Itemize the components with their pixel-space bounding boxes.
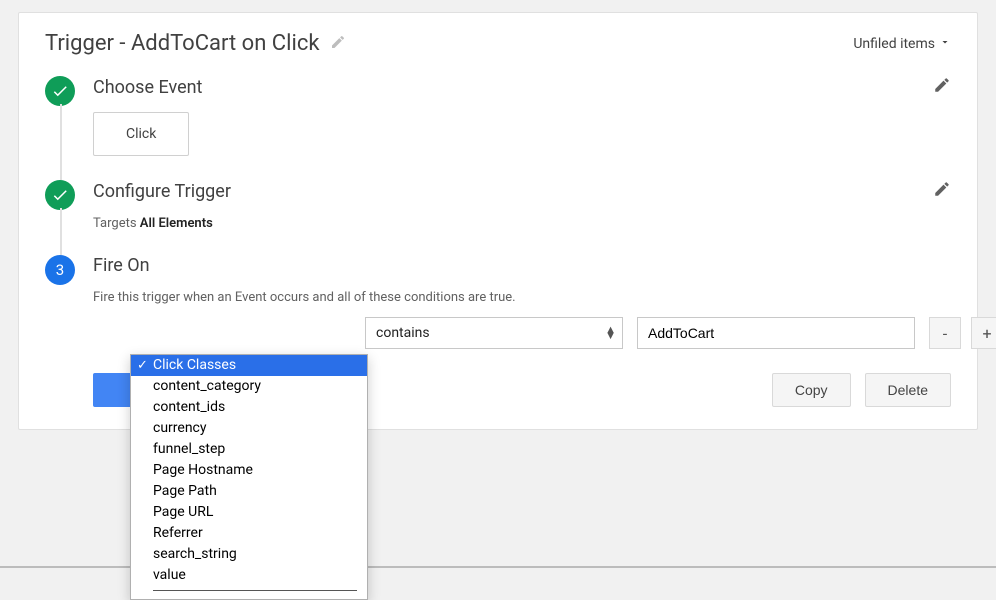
card-actions: Copy Delete bbox=[772, 373, 951, 407]
step-badge-done bbox=[45, 76, 75, 106]
condition-row: contains ▲▼ - + bbox=[93, 317, 951, 349]
page-title: Trigger - AddToCart on Click bbox=[45, 31, 320, 56]
step-number: 3 bbox=[56, 261, 64, 279]
event-chip-click[interactable]: Click bbox=[93, 112, 189, 156]
add-condition-button[interactable]: + bbox=[971, 317, 996, 349]
targets-value: All Elements bbox=[140, 216, 213, 231]
select-arrows-icon: ▲▼ bbox=[605, 327, 616, 339]
edit-step-icon[interactable] bbox=[933, 76, 951, 98]
step-choose-event: Choose Event Click bbox=[93, 76, 951, 180]
menu-label: Unfiled items bbox=[853, 36, 935, 52]
dropdown-item[interactable]: content_ids bbox=[131, 397, 367, 418]
edit-title-icon[interactable] bbox=[330, 34, 346, 54]
dropdown-item[interactable]: search_string bbox=[131, 544, 367, 565]
step-configure-trigger: Configure Trigger Targets All Elements bbox=[93, 180, 951, 255]
variable-dropdown[interactable]: Click Classescontent_categorycontent_ids… bbox=[130, 354, 368, 600]
delete-button[interactable]: Delete bbox=[865, 373, 951, 407]
operator-value: contains bbox=[376, 325, 430, 341]
dropdown-item[interactable]: content_category bbox=[131, 376, 367, 397]
remove-condition-button[interactable]: - bbox=[929, 317, 961, 349]
step-badge-active: 3 bbox=[45, 255, 75, 285]
targets-prefix: Targets bbox=[93, 216, 140, 231]
operator-select[interactable]: contains ▲▼ bbox=[365, 317, 623, 349]
step-title: Fire On bbox=[93, 255, 150, 276]
dropdown-divider bbox=[153, 590, 357, 591]
step-badge-done bbox=[45, 180, 75, 210]
step-title: Configure Trigger bbox=[93, 181, 231, 202]
chevron-down-icon bbox=[939, 36, 951, 52]
unfiled-items-menu[interactable]: Unfiled items bbox=[853, 36, 951, 52]
dropdown-item[interactable]: Page URL bbox=[131, 502, 367, 523]
dropdown-item[interactable]: currency bbox=[131, 418, 367, 439]
row-buttons: - + bbox=[929, 317, 996, 349]
value-input[interactable] bbox=[637, 317, 915, 349]
dropdown-item[interactable]: Referrer bbox=[131, 523, 367, 544]
dropdown-item[interactable]: Page Hostname bbox=[131, 460, 367, 481]
chip-label: Click bbox=[126, 126, 156, 142]
title-wrap: Trigger - AddToCart on Click bbox=[45, 31, 346, 56]
copy-button[interactable]: Copy bbox=[772, 373, 851, 407]
dropdown-item[interactable]: Page Path bbox=[131, 481, 367, 502]
dropdown-item[interactable]: value bbox=[131, 565, 367, 586]
dropdown-item[interactable]: Click Classes bbox=[131, 355, 367, 376]
targets-line: Targets All Elements bbox=[93, 216, 951, 231]
dropdown-item[interactable]: funnel_step bbox=[131, 439, 367, 460]
step-title: Choose Event bbox=[93, 77, 202, 98]
card-header: Trigger - AddToCart on Click Unfiled ite… bbox=[45, 31, 951, 56]
edit-step-icon[interactable] bbox=[933, 180, 951, 202]
help-text: Fire this trigger when an Event occurs a… bbox=[93, 290, 951, 305]
